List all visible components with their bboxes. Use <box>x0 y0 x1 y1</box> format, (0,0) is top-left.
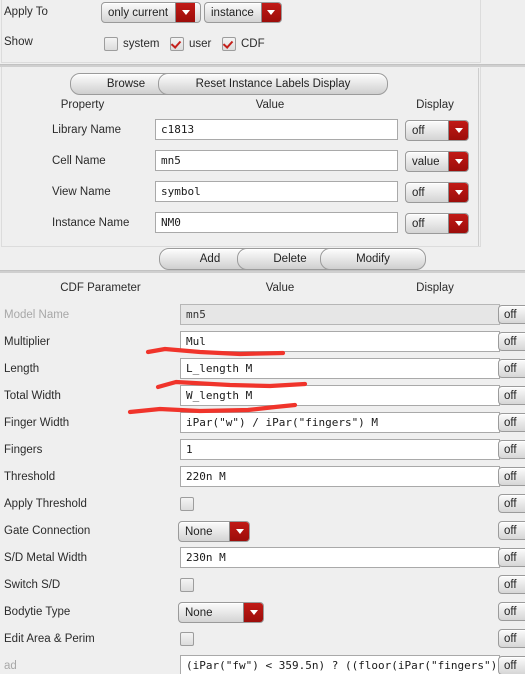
cdf-label-multiplier: Multiplier <box>4 336 51 348</box>
table-row: Apply Threshold off <box>0 493 525 520</box>
cdf-label-sd-metal-width: S/D Metal Width <box>4 552 88 564</box>
cdf-parameter-column-header: CDF Parameter <box>60 282 141 294</box>
cdf-value-switch-sd-checkbox[interactable] <box>180 578 194 592</box>
chevron-down-icon <box>229 522 249 541</box>
cdf-display-fingers[interactable]: off <box>498 440 525 459</box>
cdf-value-model-name: mn5 <box>180 304 500 325</box>
table-row: Gate Connection None off <box>0 520 525 547</box>
cdf-display-sd-metal-width[interactable]: off <box>498 548 525 567</box>
cdf-value-total-width[interactable]: W_length M <box>180 385 500 406</box>
cdf-value-sd-metal-width[interactable]: 230n M <box>180 547 500 568</box>
cdf-display-finger-width[interactable]: off <box>498 413 525 432</box>
cdf-label-total-width: Total Width <box>4 390 61 402</box>
cdf-label-apply-threshold: Apply Threshold <box>4 498 87 510</box>
table-row: Edit Area & Perim off <box>0 628 525 655</box>
section-divider-cdf <box>0 270 525 273</box>
cdf-display-edit-area-perim[interactable]: off <box>498 629 525 648</box>
cdf-label-bodytie-type: Bodytie Type <box>4 606 71 618</box>
cdf-label-model-name: Model Name <box>4 309 70 321</box>
cdf-label-switch-sd: Switch S/D <box>4 579 61 591</box>
table-row: Threshold 220n M off <box>0 466 525 493</box>
cdf-display-bodytie-type[interactable]: off <box>498 602 525 621</box>
cdf-display-multiplier[interactable]: off <box>498 332 525 351</box>
cdf-label-edit-area-perim: Edit Area & Perim <box>4 633 95 645</box>
cdf-value-apply-threshold-checkbox[interactable] <box>180 497 194 511</box>
cdf-value-length[interactable]: L_length M <box>180 358 500 379</box>
cdf-label-length: Length <box>4 363 40 375</box>
table-row: Multiplier Mul off <box>0 331 525 358</box>
table-row: Length L_length M off <box>0 358 525 385</box>
cdf-value-finger-width[interactable]: iPar("w") / iPar("fingers") M <box>180 412 500 433</box>
chevron-down-icon <box>243 603 263 622</box>
cdf-display-threshold[interactable]: off <box>498 467 525 486</box>
cdf-display-column-header: Display <box>416 282 454 294</box>
table-row: Bodytie Type None off <box>0 601 525 628</box>
cdf-value-column-header: Value <box>265 282 295 294</box>
table-row: Switch S/D off <box>0 574 525 601</box>
cdf-value-edit-area-perim-checkbox[interactable] <box>180 632 194 646</box>
modify-button[interactable]: Modify <box>320 248 426 270</box>
table-row: Model Name mn5 off <box>0 304 525 331</box>
cdf-display-apply-threshold[interactable]: off <box>498 494 525 513</box>
cdf-value-threshold[interactable]: 220n M <box>180 466 500 487</box>
cdf-label-gate-connection: Gate Connection <box>4 525 91 537</box>
cdf-value-fingers[interactable]: 1 <box>180 439 500 460</box>
cdf-value-multiplier[interactable]: Mul <box>180 331 500 352</box>
property-group-border <box>1 67 481 247</box>
cdf-display-gate-connection[interactable]: off <box>498 521 525 540</box>
table-row: Finger Width iPar("w") / iPar("fingers")… <box>0 412 525 439</box>
cdf-label-threshold: Threshold <box>4 471 56 483</box>
cdf-value-ad[interactable]: (iPar("fw") < 359.5n) ? ((floor(iPar("fi… <box>180 655 500 674</box>
cdf-label-finger-width: Finger Width <box>4 417 70 429</box>
table-row: Fingers 1 off <box>0 439 525 466</box>
table-row: S/D Metal Width 230n M off <box>0 547 525 574</box>
bodytie-type-value: None <box>185 606 213 619</box>
gate-connection-value: None <box>185 525 213 538</box>
cdf-label-fingers: Fingers <box>4 444 43 456</box>
cdf-display-model-name[interactable]: off <box>498 305 525 324</box>
cdf-label-ad: ad <box>4 660 17 672</box>
cdf-display-length[interactable]: off <box>498 359 525 378</box>
cdf-value-bodytie-type-dropdown[interactable]: None <box>178 602 264 623</box>
cdf-display-switch-sd[interactable]: off <box>498 575 525 594</box>
property-section: Browse Reset Instance Labels Display Pro… <box>0 67 525 270</box>
apply-to-show-panel: Apply To only current instance Show syst… <box>0 0 525 63</box>
cdf-display-total-width[interactable]: off <box>498 386 525 405</box>
cdf-parameter-section: CDF Parameter Value Display Model Name m… <box>0 276 525 674</box>
table-row: Total Width W_length M off <box>0 385 525 412</box>
cdf-display-ad[interactable]: off <box>498 656 525 674</box>
apply-to-group-border <box>1 0 481 63</box>
table-row: ad (iPar("fw") < 359.5n) ? ((floor(iPar(… <box>0 655 525 674</box>
cdf-value-gate-connection-dropdown[interactable]: None <box>178 521 250 542</box>
